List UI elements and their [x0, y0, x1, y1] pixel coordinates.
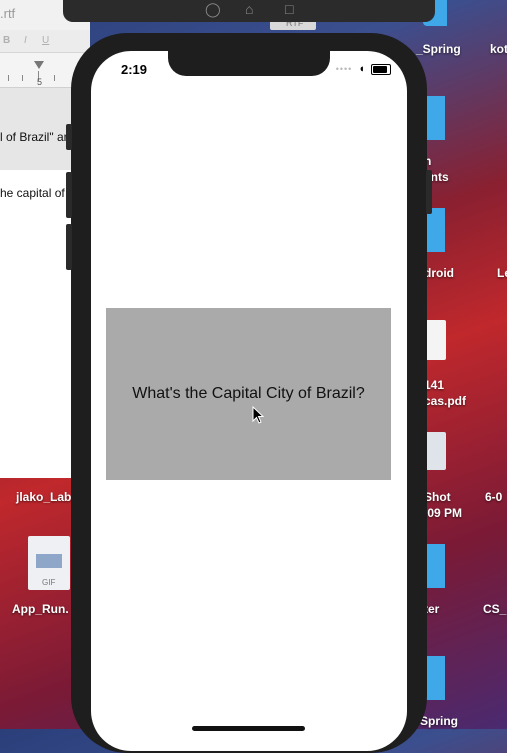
question-text: What's the Capital City of Brazil? — [132, 385, 365, 402]
text-line: he capital of — [0, 186, 65, 200]
desktop-label[interactable]: Le — [497, 266, 507, 280]
notch — [168, 51, 330, 76]
desktop-label[interactable]: App_Run. — [12, 602, 69, 616]
status-icons: •••• ◖ — [336, 63, 391, 75]
desktop-label[interactable]: Spring — [420, 714, 458, 728]
ruler-tick — [8, 75, 9, 81]
document-title: .rtf — [0, 6, 16, 21]
screenshot-icon[interactable] — [424, 432, 446, 470]
format-bar: B I U — [0, 30, 90, 53]
phone-screen[interactable]: 2:19 •••• ◖ What's the Capital City of B… — [91, 51, 407, 751]
ruler-tick — [54, 75, 55, 81]
desktop-label[interactable]: .09 PM — [424, 506, 462, 520]
wifi-icon: ◖ — [358, 63, 365, 75]
rotate-icon[interactable]: □ — [285, 1, 293, 17]
desktop-label[interactable]: jlako_Lab — [16, 490, 71, 504]
underline-button[interactable]: U — [42, 35, 49, 46]
ruler-number: 5 — [37, 77, 43, 87]
desktop-label[interactable]: _Spring — [416, 42, 461, 56]
simulator-toolbar: ◯ ⌂ □ — [63, 0, 435, 22]
battery-icon — [371, 63, 391, 75]
desktop-label[interactable]: droid — [424, 266, 454, 280]
mute-switch — [66, 124, 72, 150]
desktop-label[interactable]: cas.pdf — [424, 394, 466, 408]
bold-button[interactable]: B — [3, 35, 10, 46]
question-card[interactable]: What's the Capital City of Brazil? — [106, 308, 391, 480]
document-icon[interactable] — [424, 320, 446, 360]
tab-stop-marker[interactable] — [34, 61, 44, 69]
desktop-label[interactable]: kot — [490, 42, 507, 56]
desktop-label[interactable]: 6-0 — [485, 490, 502, 504]
desktop-label[interactable]: Shot — [424, 490, 451, 504]
text-line: l of Brazil" an — [0, 130, 71, 144]
mouse-cursor-icon — [252, 406, 264, 424]
gif-file-icon[interactable]: GIF — [28, 536, 70, 590]
status-time: 2:19 — [121, 62, 148, 77]
power-button — [426, 170, 432, 214]
volume-down-button — [66, 224, 72, 270]
desktop-label[interactable]: 141 — [424, 378, 444, 392]
gif-label: GIF — [42, 578, 56, 587]
desktop-label[interactable]: CS_ — [483, 602, 506, 616]
signal-icon: •••• — [335, 64, 353, 74]
home-icon[interactable]: ⌂ — [245, 1, 253, 17]
ruler-tick — [22, 75, 23, 81]
volume-up-button — [66, 172, 72, 218]
italic-button[interactable]: I — [24, 35, 27, 46]
screenshot-icon[interactable]: ◯ — [205, 1, 221, 18]
gif-thumbnail — [36, 554, 62, 568]
